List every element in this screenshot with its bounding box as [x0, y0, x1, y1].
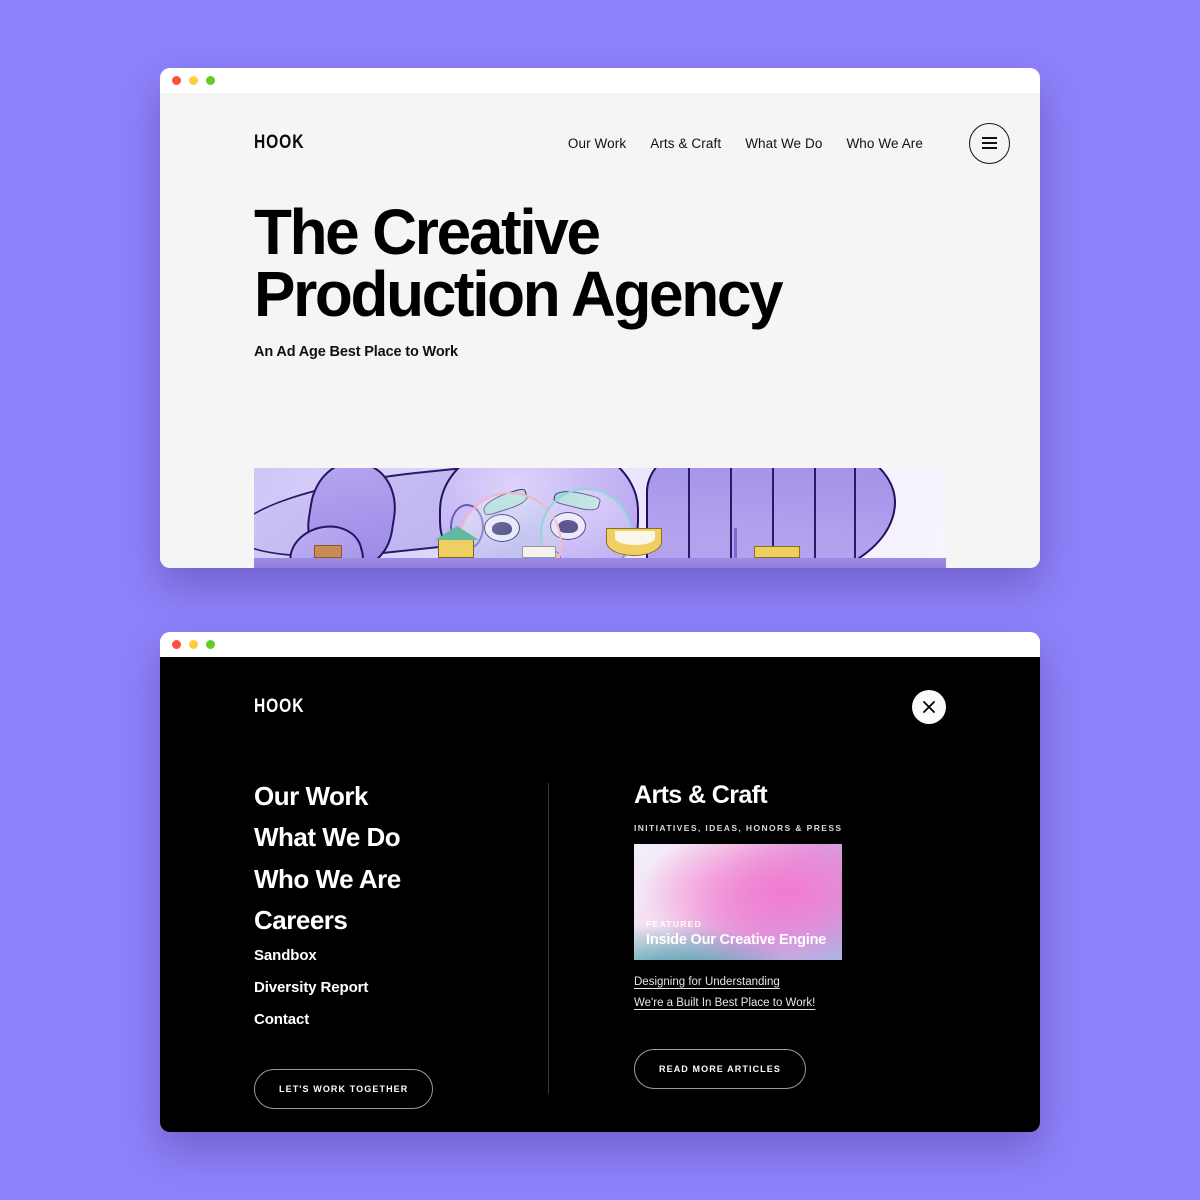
lets-work-together-button[interactable]: LET'S WORK TOGETHER [254, 1069, 434, 1110]
hamburger-menu-icon[interactable] [969, 122, 1010, 164]
illustration-desk [254, 558, 946, 568]
menu-item-who-we-are[interactable]: Who We Are [254, 865, 548, 893]
hamburger-line [982, 147, 997, 150]
menu-page: HOOK Our Work What We Do Who We Are Care… [160, 657, 1040, 1132]
hero-page: HOOK Our Work Arts & Craft What We Do Wh… [160, 93, 1040, 568]
close-x-icon [923, 701, 935, 713]
column-divider [548, 783, 549, 1094]
read-more-articles-button[interactable]: READ MORE ARTICLES [634, 1049, 806, 1089]
top-navigation: HOOK Our Work Arts & Craft What We Do Wh… [160, 93, 1040, 193]
menu-top-bar: HOOK [254, 657, 946, 757]
menu-grid: Our Work What We Do Who We Are Careers S… [254, 782, 946, 1110]
illustration-feather [854, 468, 856, 568]
menu-overlay-window: HOOK Our Work What We Do Who We Are Care… [160, 632, 1040, 1132]
illustration-prop-house [435, 526, 479, 558]
window-titlebar-menu [160, 632, 1040, 657]
article-link-built-in-best-place-to-work[interactable]: We're a Built In Best Place to Work! [634, 997, 946, 1009]
featured-card-title: Inside Our Creative Engine [646, 932, 827, 948]
featured-article-card[interactable]: FEATURED Inside Our Creative Engine [634, 844, 842, 960]
stage: HOOK Our Work Arts & Craft What We Do Wh… [0, 0, 1200, 1200]
traffic-light-close-icon[interactable] [172, 640, 181, 649]
menu-item-diversity-report[interactable]: Diversity Report [254, 980, 548, 996]
nav-item-arts-craft[interactable]: Arts & Craft [650, 136, 721, 151]
hero-window: HOOK Our Work Arts & Craft What We Do Wh… [160, 68, 1040, 568]
illustration-feather [730, 468, 732, 568]
hamburger-line [982, 136, 997, 139]
hamburger-line [982, 141, 997, 145]
featured-label: FEATURED [646, 919, 703, 929]
nav-item-our-work[interactable]: Our Work [568, 136, 626, 151]
article-link-designing-for-understanding[interactable]: Designing for Understanding [634, 976, 946, 988]
hero-subtitle: An Ad Age Best Place to Work [254, 344, 458, 361]
article-links: Designing for Understanding We're a Buil… [634, 976, 946, 1009]
illustration-prop-stick [734, 528, 737, 558]
nav-item-what-we-do[interactable]: What We Do [745, 136, 822, 151]
brand-logo[interactable]: HOOK [254, 696, 304, 718]
menu-item-contact[interactable]: Contact [254, 1011, 548, 1028]
featured-card-overlay: FEATURED Inside Our Creative Engine [634, 919, 842, 960]
hero-title: The Creative Production Agency [254, 200, 925, 326]
illustration-prop-bowl [606, 528, 662, 556]
menu-primary-column: Our Work What We Do Who We Are Careers S… [254, 782, 548, 1110]
menu-item-what-we-do[interactable]: What We Do [254, 823, 548, 851]
arts-craft-title: Arts & Craft [634, 781, 768, 809]
hero-illustration [254, 468, 946, 568]
brand-logo[interactable]: HOOK [254, 132, 304, 154]
illustration-prop-box [314, 545, 342, 558]
traffic-light-minimize-icon[interactable] [189, 640, 198, 649]
menu-item-careers[interactable]: Careers [254, 906, 548, 934]
menu-item-our-work[interactable]: Our Work [254, 782, 548, 810]
window-titlebar-hero [160, 68, 1040, 93]
illustration-feather [814, 468, 816, 568]
traffic-light-zoom-icon[interactable] [206, 640, 215, 649]
illustration-prop-paper [522, 546, 556, 558]
menu-feature-column: Arts & Craft INITIATIVES, IDEAS, HONORS … [634, 783, 946, 1109]
arts-craft-eyebrow: INITIATIVES, IDEAS, HONORS & PRESS [634, 823, 843, 833]
traffic-light-zoom-icon[interactable] [206, 76, 215, 85]
illustration-prop-slab [754, 546, 800, 558]
close-menu-button[interactable] [912, 690, 946, 724]
traffic-light-minimize-icon[interactable] [189, 76, 198, 85]
nav-links: Our Work Arts & Craft What We Do Who We … [568, 122, 1010, 164]
hero-section: The Creative Production Agency An Ad Age… [160, 200, 1040, 361]
illustration-feather [688, 468, 690, 568]
hero-title-line-2: Production Agency [254, 258, 784, 331]
nav-item-who-we-are[interactable]: Who We Are [846, 136, 923, 151]
traffic-light-close-icon[interactable] [172, 76, 181, 85]
menu-item-sandbox[interactable]: Sandbox [254, 948, 548, 964]
